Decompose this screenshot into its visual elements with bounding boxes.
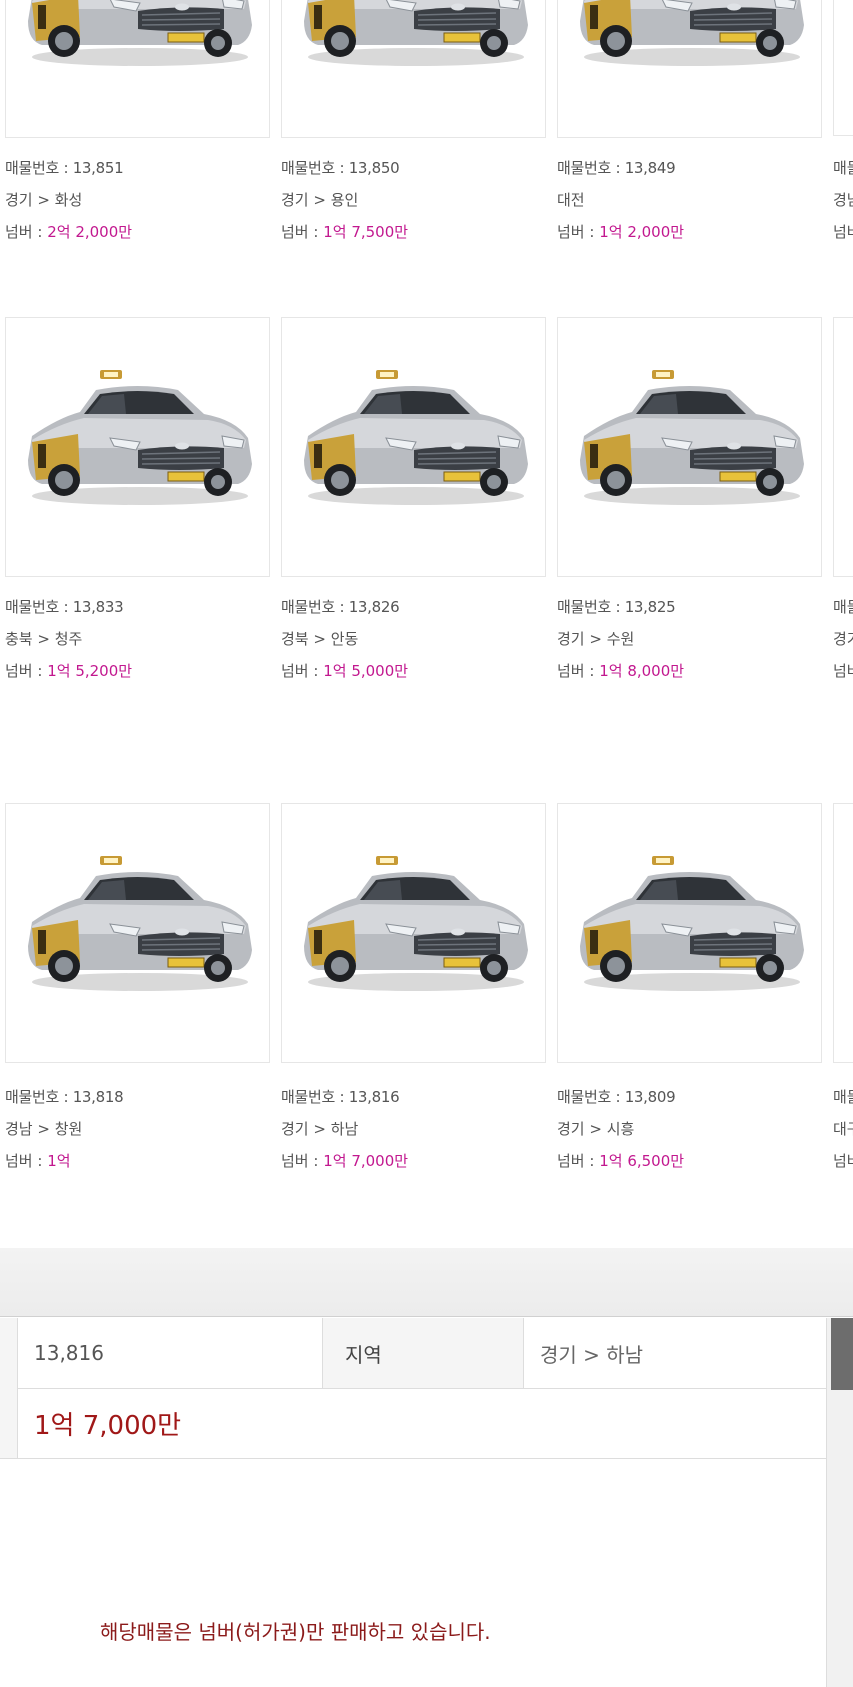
listing-price-value: 1억 7,500만: [323, 223, 409, 241]
listing-number: 매물번호 : 13,809: [557, 1088, 676, 1106]
listing-price: 넘버 : 1억 7,000만: [281, 1152, 409, 1170]
listing-price: 넘버: [833, 223, 853, 241]
listing-region: 경기 > 용인: [281, 191, 359, 209]
listing-thumbnail[interactable]: [557, 317, 822, 577]
listing-price-value: 1억 8,000만: [599, 662, 685, 680]
listing-price-value: 1억 5,200만: [47, 662, 133, 680]
listing-price: 넘버: [833, 1152, 853, 1170]
listing-region: 대전: [557, 191, 585, 209]
listing-thumbnail[interactable]: [5, 317, 270, 577]
listing-price: 넘버: [833, 662, 853, 680]
listing-price: 넘버 : 2억 2,000만: [5, 223, 133, 241]
taxi-car-image: [303, 0, 529, 67]
listing-number: 매물: [833, 598, 853, 616]
listing-price: 넘버 : 1억 7,500만: [281, 223, 409, 241]
listing-region: 경기: [833, 630, 853, 648]
detail-row: 1억 7,000만: [0, 1388, 826, 1459]
listing-thumbnail[interactable]: [5, 803, 270, 1063]
listing-card-partial[interactable]: 매물 경남 넘버: [833, 0, 853, 260]
listing-region: 경기 > 하남: [281, 1120, 359, 1138]
listing-number: 매물번호 : 13,826: [281, 598, 400, 616]
listing-region: 대구: [833, 1120, 853, 1138]
listing-price-value: 2억 2,000만: [47, 223, 133, 241]
listing-price-value: 1억 7,000만: [323, 1152, 409, 1170]
listing-price-value: 1억: [47, 1152, 71, 1170]
listing-thumbnail[interactable]: [281, 317, 546, 577]
detail-number: 13,816: [34, 1341, 104, 1365]
detail-row: 13,816 지역 경기 > 하남: [0, 1318, 826, 1389]
listing-region: 경남 > 창원: [5, 1120, 83, 1138]
listing-region: 경기 > 수원: [557, 630, 635, 648]
listing-thumbnail[interactable]: [557, 0, 822, 138]
listing-thumbnail[interactable]: [5, 0, 270, 138]
side-panel-edge: [826, 1318, 853, 1687]
listing-number: 매물번호 : 13,825: [557, 598, 676, 616]
section-divider: [0, 1248, 853, 1317]
detail-region-label: 지역: [322, 1318, 524, 1388]
listing-number: 매물번호 : 13,850: [281, 159, 400, 177]
taxi-car-image: [303, 855, 529, 992]
listing-region: 경남: [833, 191, 853, 209]
taxi-car-image: [579, 855, 805, 992]
listing-number: 매물번호 : 13,849: [557, 159, 676, 177]
detail-row-header: [0, 1388, 18, 1458]
listing-region: 경기 > 화성: [5, 191, 83, 209]
taxi-car-image: [27, 369, 253, 506]
listing-card-partial[interactable]: 매물 대구 넘버: [833, 803, 853, 1183]
listing-price: 넘버 : 1억 6,500만: [557, 1152, 685, 1170]
taxi-car-image: [27, 855, 253, 992]
taxi-car-image: [27, 0, 253, 67]
listing-region: 경북 > 안동: [281, 630, 359, 648]
listing-price-value: 1억 2,000만: [599, 223, 685, 241]
listing-price: 넘버 : 1억 8,000만: [557, 662, 685, 680]
listing-number: 매물번호 : 13,851: [5, 159, 124, 177]
listing-thumbnail[interactable]: [281, 803, 546, 1063]
listing-card-partial[interactable]: 매물 경기 넘버: [833, 317, 853, 697]
notice-text: 해당매물은 넘버(허가권)만 판매하고 있습니다.: [100, 1620, 491, 1644]
listing-thumbnail[interactable]: [557, 803, 822, 1063]
listing-number: 매물번호 : 13,816: [281, 1088, 400, 1106]
listing-thumbnail[interactable]: [281, 0, 546, 138]
taxi-car-image: [303, 369, 529, 506]
detail-price: 1억 7,000만: [34, 1410, 182, 1441]
listing-price-value: 1억 5,000만: [323, 662, 409, 680]
taxi-car-image: [579, 0, 805, 67]
listing-price: 넘버 : 1억: [5, 1152, 71, 1170]
detail-row-header: [0, 1318, 18, 1388]
listing-number: 매물: [833, 1088, 853, 1106]
listing-price: 넘버 : 1억 5,000만: [281, 662, 409, 680]
listing-number: 매물번호 : 13,818: [5, 1088, 124, 1106]
listing-price: 넘버 : 1억 5,200만: [5, 662, 133, 680]
listing-price: 넘버 : 1억 2,000만: [557, 223, 685, 241]
detail-region-value: 경기 > 하남: [540, 1342, 644, 1367]
listing-price-value: 1억 6,500만: [599, 1152, 685, 1170]
taxi-car-image: [579, 369, 805, 506]
listing-region: 충북 > 청주: [5, 630, 83, 648]
listing-number: 매물번호 : 13,833: [5, 598, 124, 616]
listing-number: 매물: [833, 159, 853, 177]
listing-region: 경기 > 시흥: [557, 1120, 635, 1138]
